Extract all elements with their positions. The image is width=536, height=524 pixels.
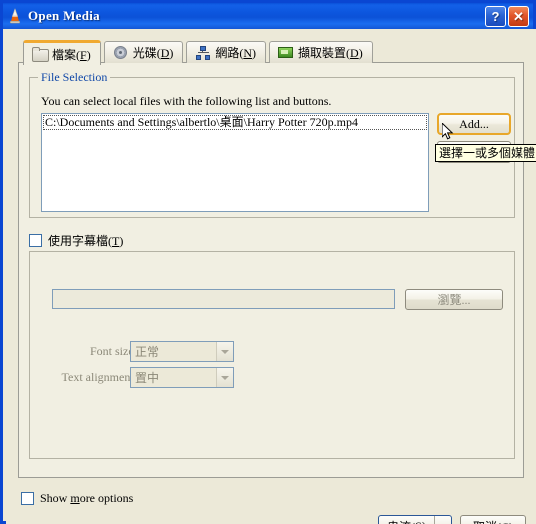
cancel-button[interactable]: 取消(C) — [460, 515, 526, 524]
add-file-button[interactable]: Add... — [437, 113, 511, 135]
tab-disc[interactable]: 光碟(D) — [103, 41, 184, 63]
dialog-client-area: 檔案(F) 光碟(D) 網路(N) 擷取裝置(D) File Selection… — [6, 29, 536, 524]
text-alignment-select[interactable]: 置中 — [130, 367, 234, 388]
network-icon — [195, 45, 211, 60]
add-button-tooltip: 選擇一或多個媒體 — [435, 144, 536, 162]
tab-capture-device-label: 擷取裝置(D) — [298, 46, 363, 60]
close-icon[interactable]: ✕ — [508, 5, 529, 27]
show-more-options-checkbox[interactable]: Show more options — [21, 491, 133, 506]
tab-network[interactable]: 網路(N) — [186, 41, 267, 63]
play-stream-button-label[interactable]: 串流(S) — [379, 516, 434, 524]
font-size-select[interactable]: 正常 — [130, 341, 234, 362]
text-alignment-label: Text alignment: — [61, 370, 137, 384]
use-subtitle-file-label: 使用字幕檔(T) — [48, 234, 124, 248]
tab-disc-label: 光碟(D) — [132, 46, 174, 60]
use-subtitle-file-checkbox[interactable]: 使用字幕檔(T) — [29, 232, 123, 249]
open-media-dialog: Open Media ? ✕ 檔案(F) 光碟(D) 網路(N) 擷取裝置(D)… — [0, 0, 536, 524]
tab-capture-device[interactable]: 擷取裝置(D) — [269, 41, 373, 63]
caption-buttons: ? ✕ — [485, 5, 531, 27]
title-bar: Open Media ? ✕ — [3, 3, 533, 29]
checkbox-box[interactable] — [21, 492, 34, 505]
font-size-value: 正常 — [135, 345, 160, 359]
text-alignment-value: 置中 — [135, 371, 160, 385]
chevron-down-icon[interactable] — [434, 516, 451, 524]
subtitle-path-input[interactable] — [52, 289, 395, 309]
file-list[interactable]: C:\Documents and Settings\albertlo\桌面\Ha… — [41, 113, 429, 212]
tab-file-label: 檔案(F) — [52, 47, 91, 62]
file-selection-hint: You can select local files with the foll… — [41, 94, 332, 108]
add-file-button-label: Add... — [459, 116, 489, 131]
browse-subtitle-button-label: 瀏覽... — [437, 293, 471, 307]
vlc-cone-icon — [7, 8, 23, 24]
screenshot-root: Open Media ? ✕ 檔案(F) 光碟(D) 網路(N) 擷取裝置(D)… — [0, 0, 536, 524]
disc-icon — [113, 45, 129, 60]
file-tab-page: File Selection You can select local file… — [18, 62, 524, 478]
cancel-button-label: 取消(C) — [473, 518, 513, 524]
chevron-down-icon[interactable] — [216, 342, 233, 361]
show-more-options-label: Show more options — [40, 491, 134, 505]
folder-icon — [32, 47, 49, 62]
chevron-down-icon[interactable] — [216, 368, 233, 387]
capture-card-icon — [278, 46, 294, 60]
window-title: Open Media — [28, 8, 100, 23]
play-stream-split-button[interactable]: 串流(S) — [378, 515, 452, 524]
file-selection-group-title: File Selection — [38, 70, 111, 85]
list-item[interactable]: C:\Documents and Settings\albertlo\桌面\Ha… — [43, 115, 427, 130]
help-button[interactable]: ? — [485, 5, 506, 27]
media-source-tabs: 檔案(F) 光碟(D) 網路(N) 擷取裝置(D) — [23, 39, 376, 65]
browse-subtitle-button[interactable]: 瀏覽... — [405, 289, 503, 310]
tab-file[interactable]: 檔案(F) — [23, 40, 101, 65]
tab-network-label: 網路(N) — [215, 46, 257, 60]
checkbox-box[interactable] — [29, 234, 42, 247]
font-size-label: Font size: — [90, 344, 137, 358]
